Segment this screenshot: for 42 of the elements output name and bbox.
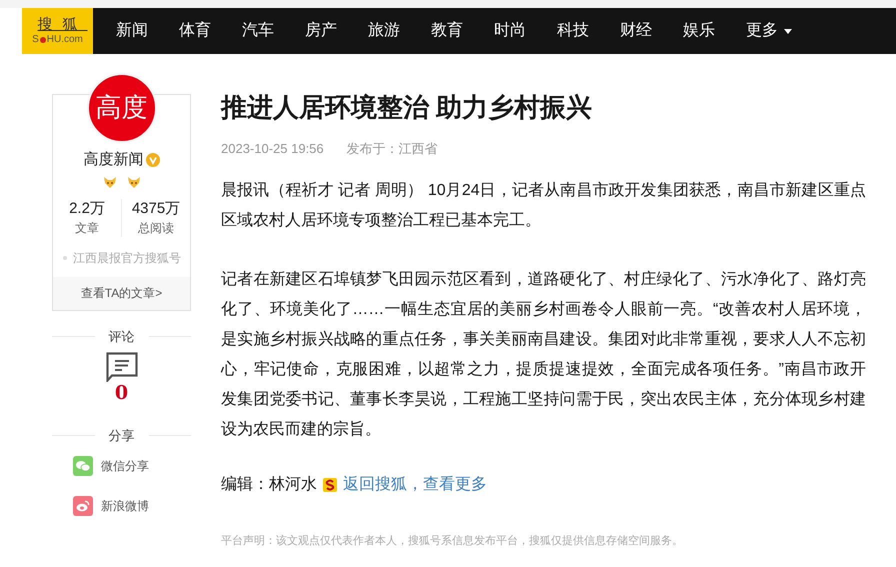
logo[interactable]: 搜狐 S HU.com xyxy=(22,8,93,54)
article-title: 推进人居环境整治 助力乡村振兴 xyxy=(221,91,594,124)
logo-text: HU.com xyxy=(46,35,83,45)
fox-badge-icon xyxy=(126,176,140,188)
disclaimer: 平台声明：该文观点仅代表作者本人，搜狐号系信息发布平台，搜狐仅提供信息存储空间服务。 xyxy=(221,534,684,548)
nav-link[interactable]: 房产 xyxy=(305,19,337,43)
comment-count: 0 xyxy=(114,384,128,403)
stat-label: 总阅读 xyxy=(138,220,174,236)
stat-value: 4375万 xyxy=(132,198,180,218)
dot-icon xyxy=(40,37,46,43)
nav-link[interactable]: 时尚 xyxy=(494,19,526,43)
nav-link[interactable]: 娱乐 xyxy=(683,19,715,43)
stat-label: 文章 xyxy=(75,220,99,236)
sohu-badge-icon xyxy=(323,478,337,492)
more-menu[interactable]: 更多 xyxy=(746,19,792,43)
author-articles-link[interactable]: 查看TA的文章> xyxy=(53,276,190,310)
caret-icon xyxy=(784,28,792,34)
fox-badge-icon xyxy=(102,176,116,188)
nav-link[interactable]: 科技 xyxy=(557,19,589,43)
section-label: 评论 xyxy=(108,328,134,346)
author-name[interactable]: 高度新闻 xyxy=(84,149,144,172)
publish-date: 2023-10-25 19:56 xyxy=(221,140,324,158)
nav-link[interactable]: 汽车 xyxy=(242,19,274,43)
nav-link[interactable]: 旅游 xyxy=(368,19,400,43)
avatar-text: 高度 xyxy=(96,95,148,121)
stat-value: 2.2万 xyxy=(69,198,105,218)
nav-link[interactable]: 体育 xyxy=(179,19,211,43)
nav-link[interactable]: 新闻 xyxy=(116,19,148,43)
share-link[interactable]: 新浪微博 xyxy=(73,496,190,516)
article-paragraph: 晨报讯（程祈才 记者 周明） 10月24日，记者从南昌市政开发集团获悉，南昌市新建区重点区域农村人居环境专项整治工程已基本完工。 xyxy=(221,180,866,230)
article-paragraph: 记者在新建区石埠镇梦飞田园示范区看到，道路硬化了、村庄绿化了、污水净化了、路灯亮化了、环境美化了……一幅生态宜居的美丽乡村画卷令人眼前一亮。“改善农村人居环境，是实施乡村振兴战略的重点任务，事关美丽南昌建设。集团对此非常重视，要求人人不忘初心，牢记使命，克服困难，以超常之力，提质提速提效，全面完成各项任务。”南昌市政开发集团党委书记、董事长李昊说，工程施工坚持问需于民，突出农民主体，充分体现乡村建设为农民而建的宗旨。 xyxy=(221,270,866,440)
comment-icon[interactable] xyxy=(106,352,138,382)
logo-text: 搜狐 xyxy=(36,17,88,32)
share-link[interactable]: 微信分享 xyxy=(73,456,190,476)
section-label: 分享 xyxy=(108,427,134,445)
author-description: 江西晨报官方搜狐号 xyxy=(73,250,181,266)
logo-text: S xyxy=(32,35,39,45)
editor-name: 编辑：林河水 xyxy=(221,474,317,494)
publish-location: 发布于：江西省 xyxy=(346,140,438,158)
back-link[interactable]: 返回搜狐，查看更多 xyxy=(343,472,487,496)
nav-link[interactable]: 教育 xyxy=(431,19,463,43)
nav-link[interactable]: 财经 xyxy=(620,19,652,43)
